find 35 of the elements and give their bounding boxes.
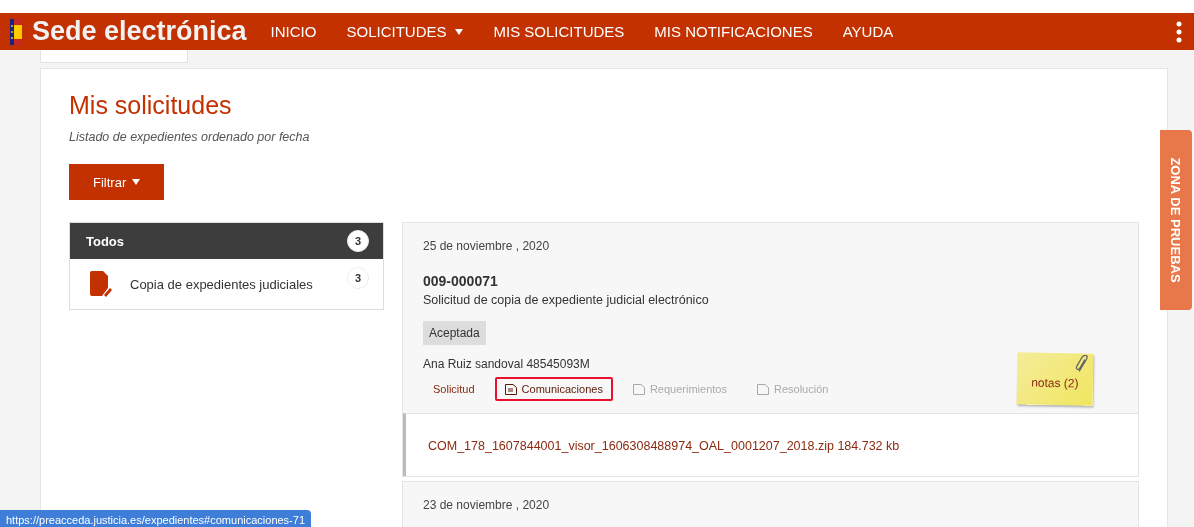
sticky-note[interactable]: notas (2) bbox=[1016, 352, 1094, 406]
document-icon bbox=[756, 383, 769, 395]
document-icon bbox=[504, 383, 517, 395]
caret-icon bbox=[132, 179, 141, 185]
count-badge: 3 bbox=[347, 267, 369, 289]
status-badge: Aceptada bbox=[423, 321, 486, 345]
applicant-text: Ana Ruiz sandoval 48545093M bbox=[423, 357, 590, 371]
page-title: Mis solicitudes bbox=[69, 91, 233, 120]
filter-button[interactable]: Filtrar bbox=[69, 164, 165, 200]
record-tab[interactable]: Comunicaciones bbox=[494, 377, 613, 401]
site-title[interactable]: Sede electrónica bbox=[32, 16, 247, 47]
record-date: 25 de noviembre , 2020 bbox=[423, 239, 551, 253]
record-number[interactable]: 009-000071 bbox=[423, 273, 1138, 289]
document-edit-icon bbox=[90, 271, 112, 297]
document-icon bbox=[632, 383, 645, 395]
nav-link[interactable]: SOLICITUDES bbox=[346, 23, 464, 40]
count-badge: 3 bbox=[347, 230, 369, 252]
nav-link[interactable]: AYUDA bbox=[842, 23, 894, 40]
caret-icon bbox=[455, 28, 464, 35]
nav-link[interactable]: MIS NOTIFICACIONES bbox=[654, 23, 813, 40]
paperclip-icon bbox=[1075, 354, 1090, 375]
flag-icon bbox=[10, 18, 22, 45]
nav-link[interactable]: MIS SOLICITUDES bbox=[493, 23, 625, 40]
record-date: 23 de noviembre , 2020 bbox=[423, 498, 551, 512]
side-tab[interactable]: ZONA DE PRUEBAS bbox=[1160, 130, 1192, 310]
category-label: Copia de expedientes judiciales bbox=[130, 276, 314, 292]
nav-link[interactable]: INICIO bbox=[270, 23, 317, 40]
category-item[interactable]: Todos 3 bbox=[70, 223, 383, 259]
file-link[interactable]: COM_178_1607844001_visor_1606308488974_OAL_0001207_2018.zip 184.732 kb bbox=[428, 439, 900, 453]
category-label: Todos bbox=[86, 233, 126, 249]
record-description: Solicitud de copia de expediente judicial electrónico bbox=[423, 293, 710, 307]
page-subtitle: Listado de expedientes ordenado por fecha bbox=[69, 130, 311, 144]
record-tab[interactable]: Solicitud bbox=[423, 377, 485, 401]
status-url: https://preacceda.justicia.es/expedientes#comunicaciones-71 bbox=[0, 510, 311, 527]
more-menu-icon[interactable] bbox=[1176, 20, 1182, 43]
